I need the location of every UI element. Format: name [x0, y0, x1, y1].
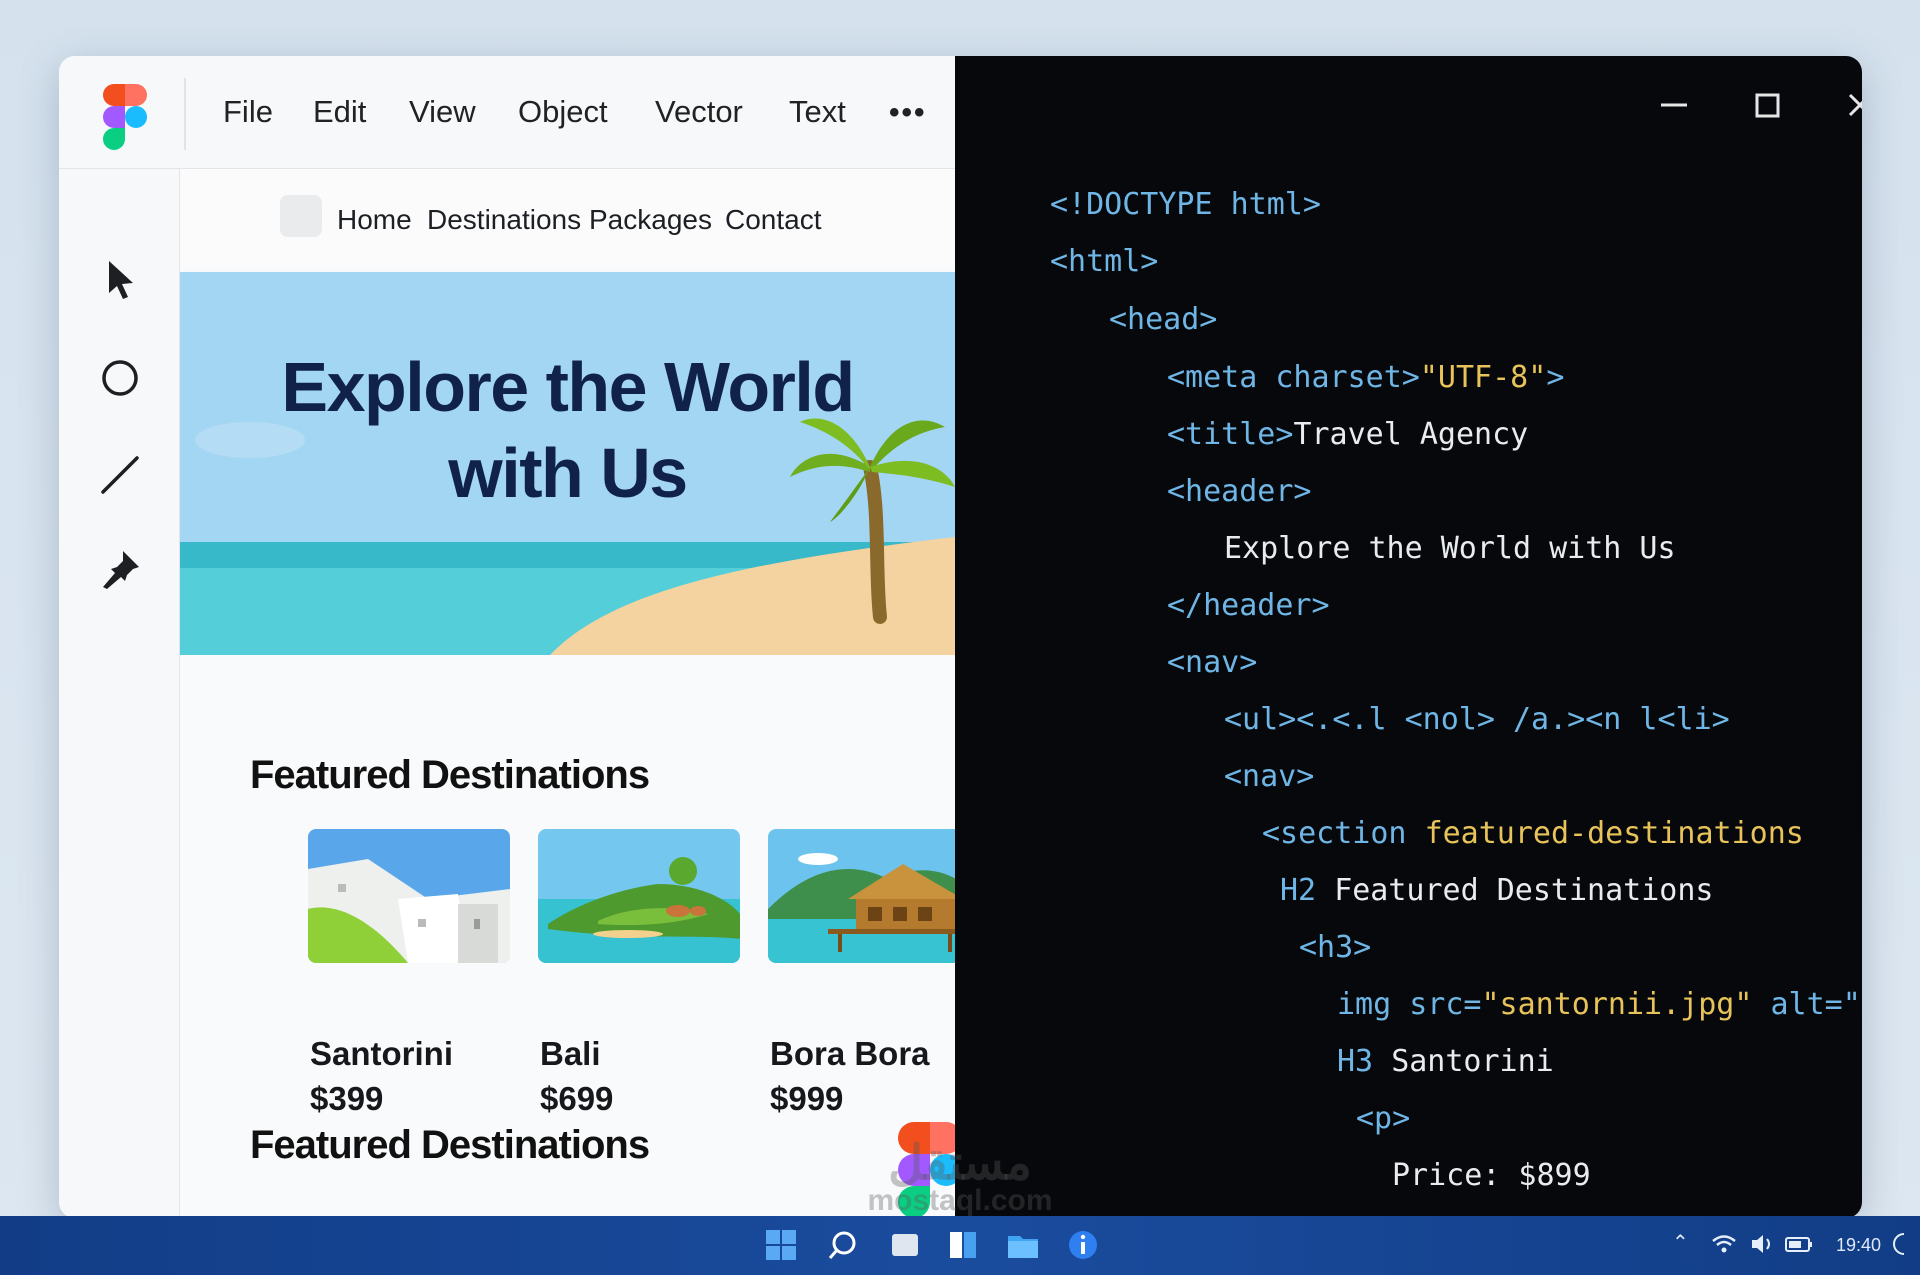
- code-line: <title>Travel Agency: [1167, 417, 1529, 452]
- tool-bar: [59, 169, 180, 1218]
- app-window: File Edit View Object Vector Text ••• Ho…: [59, 56, 1862, 1218]
- hero-title: Explore the World with Us: [180, 344, 955, 516]
- destination-image-bali: [538, 829, 740, 963]
- code-content[interactable]: <!DOCTYPE html> <html> <head> <meta char…: [955, 56, 1862, 1218]
- task-view-icon[interactable]: [888, 1228, 922, 1262]
- code-line: <section featured-destinations: [1262, 816, 1804, 851]
- nav-link-packages[interactable]: Packages: [589, 204, 712, 236]
- volume-icon[interactable]: [1748, 1230, 1776, 1258]
- hero-title-line-1: Explore the World: [281, 348, 855, 426]
- menu-text[interactable]: Text: [789, 94, 846, 130]
- menu-object[interactable]: Object: [518, 94, 608, 130]
- destination-name-bora-bora: Bora Bora: [770, 1035, 930, 1072]
- notification-icon[interactable]: [1888, 1230, 1912, 1258]
- more-menu-button[interactable]: •••: [889, 96, 927, 130]
- menu-bar: File Edit View Object Vector Text •••: [59, 56, 955, 169]
- watermark-latin: mostaql.com: [867, 1184, 1053, 1217]
- featured-title: Featured Destinations: [250, 753, 650, 797]
- site-logo-placeholder: [280, 195, 322, 237]
- widgets-icon[interactable]: [946, 1228, 980, 1262]
- code-line: <head>: [1109, 302, 1218, 337]
- design-canvas[interactable]: Home Destinations Packages Contact Explo…: [180, 169, 970, 1218]
- code-line: H3 Santorini: [1337, 1044, 1554, 1079]
- hero-banner: Explore the World with Us: [180, 272, 955, 655]
- code-line: <ul><.<.l <nol> /a.><n l<li>: [1224, 702, 1730, 737]
- line-icon[interactable]: [97, 452, 143, 498]
- file-explorer-icon[interactable]: [1006, 1228, 1040, 1262]
- destination-image-santorini: [308, 829, 510, 963]
- nav-link-home[interactable]: Home: [337, 204, 412, 236]
- code-line: <html>: [1050, 244, 1159, 279]
- destination-price-bali: $699: [540, 1080, 614, 1117]
- code-line: <!DOCTYPE html>: [1050, 187, 1321, 222]
- code-line: img src="santornii.jpg" alt="Im: [1337, 987, 1862, 1022]
- code-line: </header>: [1167, 588, 1330, 623]
- info-icon[interactable]: [1066, 1228, 1100, 1262]
- code-line: Price: $899: [1392, 1158, 1591, 1193]
- menu-view[interactable]: View: [409, 94, 476, 130]
- menu-separator: [184, 78, 186, 150]
- destination-image-bora-bora: [768, 829, 970, 963]
- code-editor-window: <!DOCTYPE html> <html> <head> <meta char…: [955, 56, 1862, 1218]
- battery-icon[interactable]: [1784, 1230, 1814, 1258]
- hero-title-line-2: with Us: [448, 434, 688, 512]
- destination-name-bali: Bali: [540, 1035, 601, 1072]
- cursor-arrow-icon[interactable]: [97, 257, 143, 303]
- chevron-up-icon[interactable]: ⌃: [1672, 1230, 1689, 1255]
- nav-link-destinations[interactable]: Destinations: [427, 204, 581, 236]
- design-app: File Edit View Object Vector Text ••• Ho…: [59, 56, 970, 1218]
- menu-vector[interactable]: Vector: [655, 94, 743, 130]
- nav-link-contact[interactable]: Contact: [725, 204, 822, 236]
- code-line: <nav>: [1224, 759, 1315, 794]
- menu-file[interactable]: File: [223, 94, 273, 130]
- site-navbar: Home Destinations Packages Contact: [180, 169, 955, 267]
- figma-logo-icon[interactable]: [103, 84, 147, 150]
- code-line: H2 Featured Destinations: [1280, 873, 1714, 908]
- code-line: <meta charset>"UTF-8">: [1167, 360, 1565, 395]
- watermark: مستقل mostaql.com: [845, 1138, 1075, 1216]
- start-icon[interactable]: [764, 1228, 798, 1262]
- code-line: Explore the World with Us: [1224, 531, 1676, 566]
- menu-edit[interactable]: Edit: [313, 94, 366, 130]
- clock-time[interactable]: 19:40: [1836, 1235, 1881, 1256]
- ellipse-icon[interactable]: [97, 355, 143, 401]
- watermark-arabic: مستقل: [888, 1137, 1032, 1190]
- taskbar: ⌃ 19:40: [0, 1216, 1920, 1275]
- featured-title-repeat: Featured Destinations: [250, 1123, 650, 1167]
- wifi-icon[interactable]: [1710, 1230, 1738, 1258]
- code-line: <p>: [1356, 1101, 1411, 1136]
- code-line: <header>: [1167, 474, 1312, 509]
- pen-tool-icon[interactable]: [97, 547, 143, 593]
- destination-name-santorini: Santorini: [310, 1035, 454, 1072]
- code-line: <nav>: [1167, 645, 1258, 680]
- destination-price-santorini: $399: [310, 1080, 384, 1117]
- destination-price-bora-bora: $999: [770, 1080, 844, 1117]
- search-icon[interactable]: [826, 1228, 860, 1262]
- code-line: <h3>: [1299, 930, 1372, 965]
